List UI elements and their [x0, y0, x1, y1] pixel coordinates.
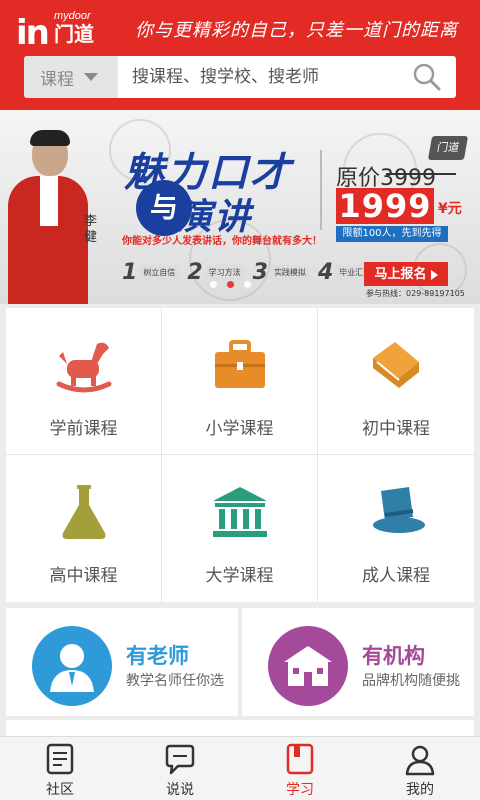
banner-subtitle: 你能对多少人发表讲话，你的舞台就有多大！ [122, 236, 322, 247]
books-icon [373, 342, 419, 388]
course-label: 大学课程 [205, 566, 274, 586]
course-grid: 学前课程 小学课程 初中课程 高中课程 大学课程 成人课程 [6, 308, 474, 602]
banner-step: 3 实践模拟 [253, 260, 310, 285]
briefcase-icon [214, 340, 265, 388]
limit-notice: 限额100人，先到先得 [336, 226, 448, 242]
step-number: 1 [122, 260, 138, 285]
feature-cards: 有老师 教学名师任你选 有机构 品牌机构随便挑 [6, 608, 474, 716]
teacher-icon [32, 626, 112, 706]
course-university[interactable]: 大学课程 [162, 455, 318, 602]
course-junior[interactable]: 初中课程 [318, 308, 474, 455]
chat-icon [165, 744, 195, 775]
course-label: 学前课程 [49, 419, 118, 439]
course-preschool[interactable]: 学前课程 [6, 308, 162, 455]
step-number: 4 [317, 260, 334, 285]
tab-label: 学习 [286, 782, 314, 798]
course-label: 小学课程 [205, 419, 274, 439]
institution-card-subtitle: 品牌机构随便挑 [362, 673, 460, 689]
course-label: 高中课程 [49, 566, 118, 586]
top-hat-icon [373, 487, 425, 533]
step-text: 实践模拟 [269, 265, 310, 280]
institution-card-title: 有机构 [362, 644, 425, 668]
university-icon [212, 487, 267, 537]
signup-label: 马上报名 [374, 266, 427, 281]
next-section-peek [6, 720, 474, 736]
search-category-dropdown[interactable]: 课程 [24, 56, 118, 98]
banner-divider [320, 150, 322, 230]
study-icon [286, 743, 314, 775]
teacher-card-subtitle: 教学名师任你选 [126, 673, 224, 689]
course-label: 初中课程 [362, 419, 430, 439]
sale-price: 1999 [336, 188, 434, 224]
app-logo[interactable]: in mydoor 门道 [16, 10, 136, 50]
app-header: in mydoor 门道 你与更精彩的自己，只差一道门的距离 课程 [0, 0, 480, 110]
tab-community[interactable]: 社区 [0, 737, 120, 800]
price-strikethrough [386, 173, 456, 175]
tab-label: 说说 [166, 782, 194, 798]
search-category-label: 课程 [40, 69, 74, 90]
search-icon[interactable] [412, 62, 442, 92]
price-unit: ¥元 [438, 201, 462, 217]
logo-chinese: 门道 [54, 22, 94, 46]
flask-icon [62, 485, 105, 539]
presenter-photo [8, 130, 88, 304]
course-primary[interactable]: 小学课程 [162, 308, 318, 455]
carousel-indicator [210, 281, 251, 288]
profile-icon [405, 745, 435, 776]
presenter-name: 李健 [84, 214, 98, 245]
step-text: 学习方法 [204, 265, 245, 280]
tab-label: 社区 [46, 782, 74, 798]
tab-chat[interactable]: 说说 [120, 737, 240, 800]
community-icon [46, 743, 74, 775]
course-senior[interactable]: 高中课程 [6, 455, 162, 602]
teacher-card[interactable]: 有老师 教学名师任你选 [6, 608, 238, 716]
step-number: 2 [187, 260, 203, 285]
teacher-card-title: 有老师 [126, 644, 189, 668]
signup-button[interactable]: 马上报名 [364, 262, 448, 286]
logo-english: mydoor [54, 10, 91, 22]
course-label: 成人课程 [362, 566, 430, 586]
tab-study[interactable]: 学习 [240, 737, 360, 800]
tab-label: 我的 [406, 782, 434, 798]
logo-mark: in [16, 13, 50, 53]
institution-icon [268, 626, 348, 706]
play-arrow-icon [430, 269, 438, 280]
search-input[interactable] [132, 56, 412, 98]
step-number: 3 [252, 260, 268, 285]
tab-profile[interactable]: 我的 [360, 737, 480, 800]
search-bar: 课程 [24, 56, 456, 98]
header-slogan: 你与更精彩的自己，只差一道门的距离 [135, 20, 458, 41]
banner-step: 1 树立自信 [122, 260, 180, 285]
chevron-down-icon [84, 73, 98, 81]
step-text: 树立自信 [139, 265, 180, 280]
course-adult[interactable]: 成人课程 [318, 455, 474, 602]
hotline-text: 参与热线：029-89197105 [366, 289, 465, 298]
carousel-dot[interactable] [244, 281, 251, 288]
rocking-horse-icon [56, 342, 111, 393]
institution-card[interactable]: 有机构 品牌机构随便挑 [242, 608, 474, 716]
banner-logo-badge: 门道 [427, 136, 469, 160]
bottom-tab-bar: 社区 说说 学习 我的 [0, 736, 480, 800]
carousel-dot-active[interactable] [227, 281, 234, 288]
carousel-dot[interactable] [210, 281, 217, 288]
